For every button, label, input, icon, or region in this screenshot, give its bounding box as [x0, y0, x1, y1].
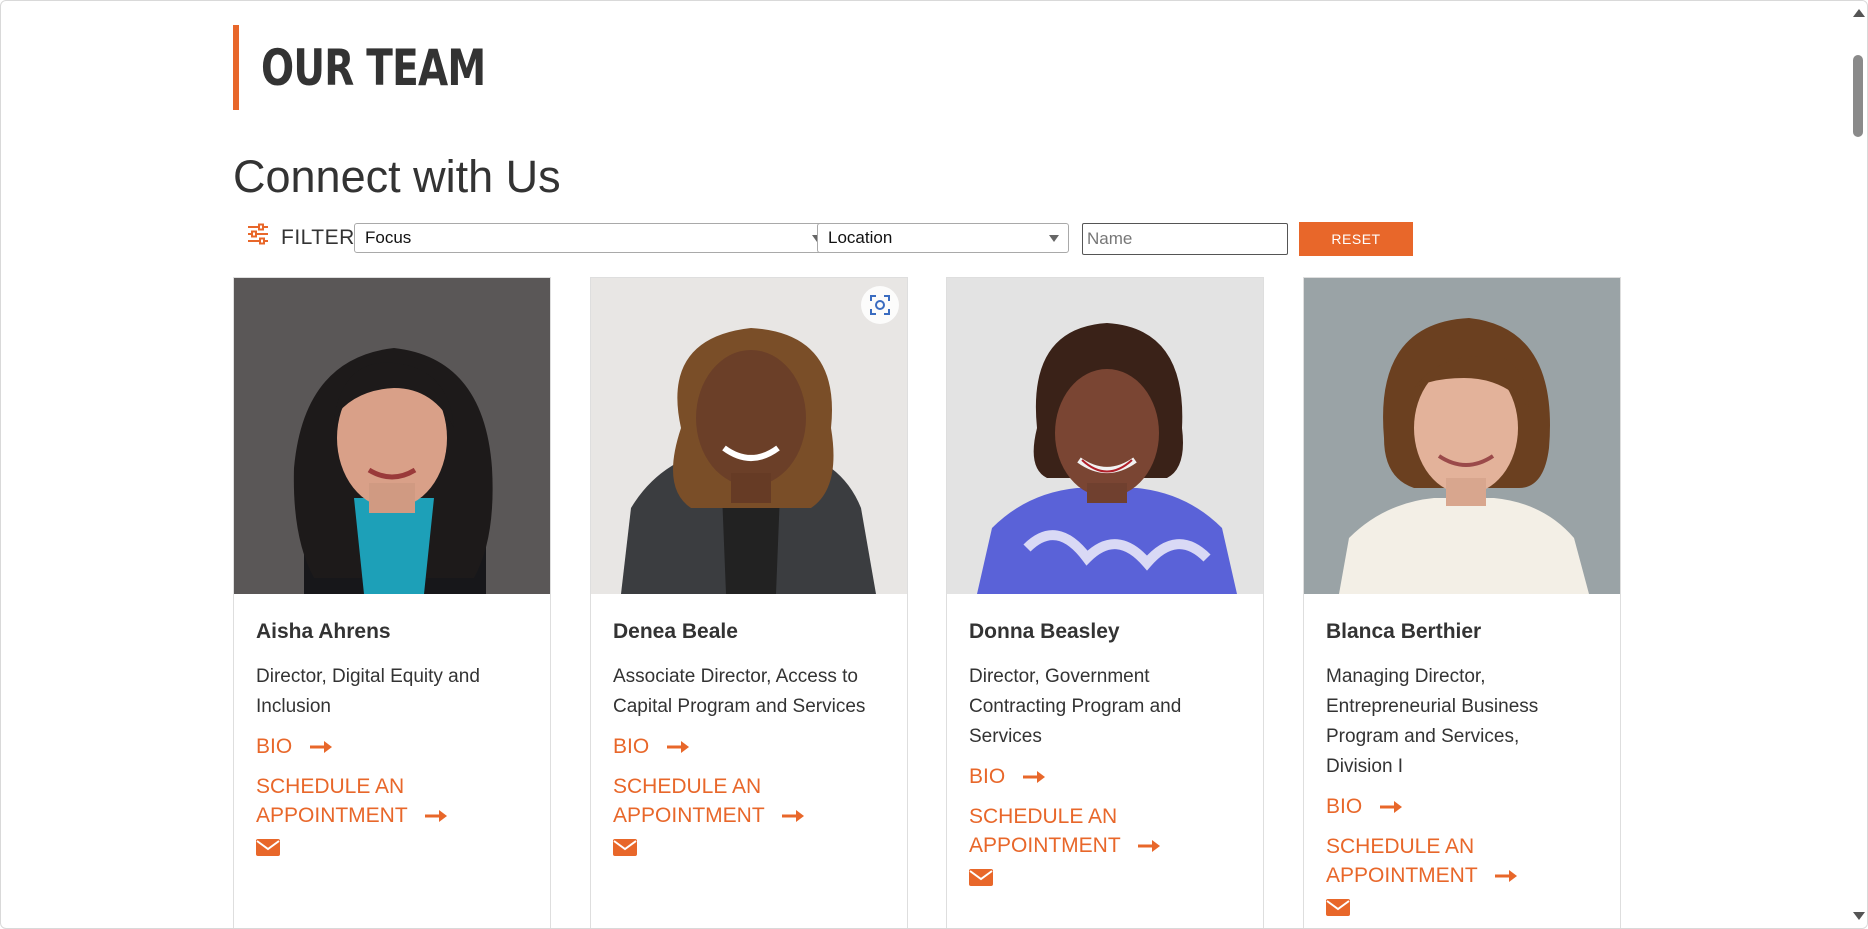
arrow-right-icon	[1380, 793, 1404, 822]
team-member-photo	[234, 278, 550, 594]
arrow-right-icon	[310, 733, 334, 762]
page-title: OUR TEAM	[261, 38, 486, 97]
vertical-scrollbar[interactable]	[1849, 1, 1867, 928]
envelope-icon[interactable]	[256, 837, 528, 862]
schedule-appointment-link[interactable]: SCHEDULE AN APPOINTMENT	[256, 772, 528, 831]
title-line: Director, Digital Equity and	[256, 666, 480, 687]
scrollbar-thumb[interactable]	[1853, 55, 1863, 137]
reset-button[interactable]: RESET	[1299, 222, 1413, 256]
bio-link[interactable]: BIO	[613, 732, 885, 762]
bio-link-label: BIO	[256, 735, 293, 758]
visual-search-icon[interactable]	[861, 286, 899, 324]
schedule-line: SCHEDULE AN	[1326, 834, 1475, 858]
location-select[interactable]: Location	[817, 223, 1069, 253]
schedule-line: SCHEDULE AN	[969, 804, 1118, 828]
team-member-title: Director, Government Contracting Program…	[969, 662, 1241, 752]
envelope-icon[interactable]	[969, 867, 1241, 892]
team-member-title: Associate Director, Access to Capital Pr…	[613, 662, 885, 722]
team-member-name: Aisha Ahrens	[256, 620, 391, 643]
title-line: Managing Director,	[1326, 666, 1486, 687]
title-line: Contracting Program and	[969, 696, 1182, 717]
schedule-line: APPOINTMENT	[969, 833, 1121, 857]
section-subtitle: Connect with Us	[233, 151, 561, 202]
team-member-title: Director, Digital Equity and Inclusion	[256, 662, 528, 722]
bio-link-label: BIO	[969, 765, 1006, 788]
bio-link[interactable]: BIO	[256, 732, 528, 762]
envelope-icon[interactable]	[1326, 897, 1598, 922]
arrow-right-icon	[1495, 862, 1519, 891]
schedule-line: APPOINTMENT	[613, 803, 765, 827]
title-line: Entrepreneurial Business	[1326, 696, 1539, 717]
focus-select[interactable]: Focus	[354, 223, 832, 253]
team-card: Denea Beale Associate Director, Access t…	[590, 277, 908, 928]
filter-label: FILTER	[281, 226, 355, 249]
team-card: Donna Beasley Director, Government Contr…	[946, 277, 1264, 928]
bio-link[interactable]: BIO	[1326, 792, 1598, 822]
scroll-down-arrow-icon[interactable]	[1853, 912, 1865, 920]
team-member-name: Denea Beale	[613, 620, 738, 643]
bio-link-label: BIO	[1326, 795, 1363, 818]
team-member-name: Donna Beasley	[969, 620, 1120, 643]
chevron-down-icon	[1049, 235, 1059, 242]
schedule-line: APPOINTMENT	[256, 803, 408, 827]
title-line: Services	[969, 726, 1042, 747]
team-card: Blanca Berthier Managing Director, Entre…	[1303, 277, 1621, 928]
schedule-appointment-link[interactable]: SCHEDULE AN APPOINTMENT	[613, 772, 885, 831]
arrow-right-icon	[1023, 763, 1047, 792]
arrow-right-icon	[667, 733, 691, 762]
scroll-up-arrow-icon[interactable]	[1853, 9, 1865, 17]
schedule-line: SCHEDULE AN	[613, 774, 762, 798]
envelope-icon[interactable]	[613, 837, 885, 862]
team-member-photo	[591, 278, 907, 594]
name-search-input[interactable]	[1082, 223, 1288, 255]
schedule-appointment-link[interactable]: SCHEDULE AN APPOINTMENT	[1326, 832, 1598, 891]
schedule-appointment-link[interactable]: SCHEDULE AN APPOINTMENT	[969, 802, 1241, 861]
title-line: Division I	[1326, 756, 1404, 777]
title-line: Associate Director, Access to	[613, 666, 858, 687]
team-card: Aisha Ahrens Director, Digital Equity an…	[233, 277, 551, 928]
team-member-title: Managing Director, Entrepreneurial Busin…	[1326, 662, 1598, 782]
bio-link-label: BIO	[613, 735, 650, 758]
title-line: Director, Government	[969, 666, 1150, 687]
title-line: Capital Program and Services	[613, 696, 866, 717]
team-member-photo	[947, 278, 1263, 594]
arrow-right-icon	[782, 802, 806, 831]
sliders-icon	[247, 223, 269, 245]
filter-bar: FILTER Focus Location RESET	[233, 221, 1433, 256]
team-member-name: Blanca Berthier	[1326, 620, 1482, 643]
browser-viewport: OUR TEAM Connect with Us FILTER Focus Lo…	[0, 0, 1868, 929]
schedule-line: SCHEDULE AN	[256, 774, 405, 798]
title-line: Inclusion	[256, 696, 331, 717]
focus-select-value: Focus	[365, 228, 412, 247]
schedule-line: APPOINTMENT	[1326, 863, 1478, 887]
section-heading: OUR TEAM	[233, 25, 549, 110]
arrow-right-icon	[425, 802, 449, 831]
title-line: Program and Services,	[1326, 726, 1520, 747]
heading-accent-bar	[233, 25, 239, 110]
team-member-photo	[1304, 278, 1620, 594]
location-select-value: Location	[828, 228, 893, 247]
bio-link[interactable]: BIO	[969, 762, 1241, 792]
arrow-right-icon	[1138, 832, 1162, 861]
